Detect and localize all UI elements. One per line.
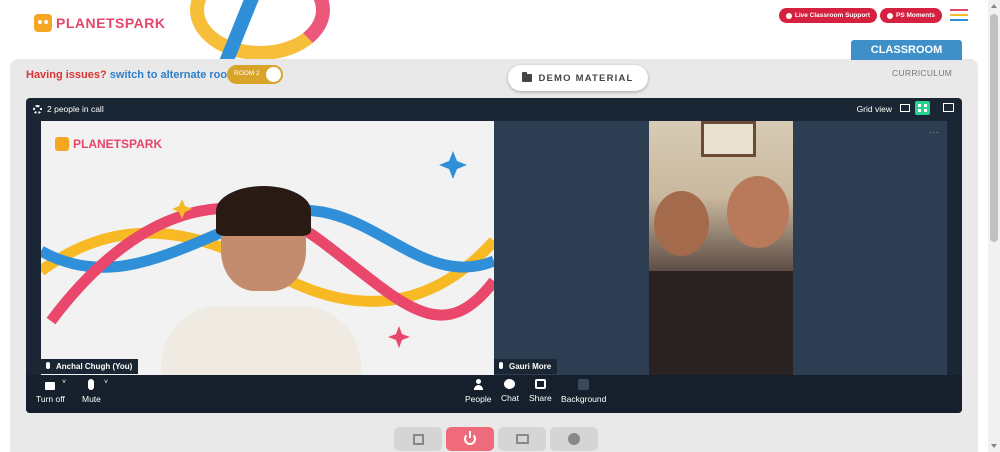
demo-material-label: DEMO MATERIAL	[538, 72, 634, 84]
share-icon	[534, 379, 546, 389]
whiteboard-button[interactable]	[550, 427, 598, 451]
chat-icon	[504, 379, 516, 389]
logo-text: PLANETSPARK	[56, 15, 166, 31]
clothing-remote	[649, 271, 793, 375]
power-icon	[464, 431, 476, 445]
scroll-thumb[interactable]	[990, 14, 998, 242]
video-call: 2 people in call Grid view PLANETSPARK A…	[26, 98, 962, 413]
people-icon	[473, 379, 484, 390]
top-buttons: Live Classroom Support PS Moments	[778, 8, 942, 23]
alternate-room-link[interactable]: switch to alternate room	[110, 69, 237, 81]
turn-off-label: Turn off	[36, 394, 65, 404]
screen-share-button[interactable]	[498, 427, 546, 451]
hair	[216, 186, 311, 236]
remote-camera-feed	[649, 121, 793, 375]
picture-frame	[701, 121, 756, 157]
tab-curriculum[interactable]: CURRICULUM	[892, 68, 952, 78]
participant-name: Gauri More	[509, 362, 552, 371]
popout-icon[interactable]	[943, 103, 954, 112]
chevron-down-icon[interactable]: ˅	[104, 379, 108, 386]
fullscreen-button[interactable]	[394, 427, 442, 451]
mic-icon	[88, 379, 95, 390]
mic-icon	[499, 362, 503, 369]
demo-material-button[interactable]: DEMO MATERIAL	[508, 65, 648, 91]
page-scrollbar[interactable]	[988, 0, 1000, 452]
chevron-down-icon[interactable]: ˅	[62, 379, 66, 386]
ps-moments-label: PS Moments	[895, 12, 935, 19]
end-session-button[interactable]	[446, 427, 494, 451]
mute-label: Mute	[82, 394, 101, 404]
clothing	[161, 306, 361, 375]
video-tile-self: PLANETSPARK Anchal Chugh (You)	[41, 121, 494, 375]
background-icon	[578, 379, 590, 390]
mic-icon	[46, 362, 50, 369]
name-tag-self: Anchal Chugh (You)	[41, 359, 139, 374]
robot-logo-icon	[34, 14, 52, 32]
scroll-up-icon[interactable]	[991, 4, 997, 8]
person-right	[727, 176, 789, 248]
person-left	[654, 191, 709, 256]
background-button[interactable]: Background	[561, 379, 606, 404]
people-button[interactable]: People	[465, 379, 491, 404]
turn-off-video-button[interactable]: Turn off	[36, 379, 65, 404]
name-tag-remote: Gauri More	[494, 359, 558, 374]
planetspark-logo[interactable]: PLANETSPARK	[34, 14, 165, 32]
scroll-down-icon[interactable]	[991, 444, 997, 448]
gear-icon[interactable]	[33, 104, 42, 114]
room-label: ROOM 2	[234, 70, 260, 77]
tab-classroom[interactable]: CLASSROOM	[851, 40, 962, 60]
call-controls: Turn off ˅ Mute ˅ People Chat Share Back…	[26, 375, 962, 413]
room-toggle[interactable]: ROOM 2	[227, 65, 283, 84]
chat-button[interactable]: Chat	[501, 379, 519, 403]
expand-icon	[412, 433, 424, 445]
share-button[interactable]: Share	[529, 379, 552, 403]
plus-icon	[886, 12, 893, 19]
people-label: People	[465, 394, 492, 404]
tile-logo-text: PLANETSPARK	[73, 137, 163, 151]
tile-logo: PLANETSPARK	[55, 137, 162, 151]
issues-prefix: Having issues?	[26, 69, 107, 81]
folder-icon	[522, 72, 533, 82]
background-label: Background	[561, 394, 607, 404]
menu-icon[interactable]	[950, 9, 968, 23]
grid-view-label: Grid view	[856, 104, 892, 114]
more-options-icon[interactable]: ···	[929, 127, 939, 138]
video-tile-remote: ··· Gauri More	[494, 121, 947, 375]
call-toolbar: 2 people in call Grid view	[26, 98, 962, 120]
mute-button[interactable]: Mute	[82, 379, 101, 404]
participant-name: Anchal Chugh (You)	[56, 362, 133, 371]
issues-notice: Having issues? switch to alternate room	[26, 69, 237, 81]
bottom-toolbar	[394, 427, 598, 451]
grid-view-icon[interactable]	[915, 101, 930, 115]
decorative-arc	[190, 0, 330, 60]
top-header: PLANETSPARK Live Classroom Support PS Mo…	[0, 0, 990, 70]
live-support-label: Live Classroom Support	[794, 12, 870, 19]
robot-logo-icon	[55, 137, 69, 151]
share-label: Share	[529, 393, 552, 403]
plus-icon	[785, 12, 792, 19]
live-support-button[interactable]: Live Classroom Support	[778, 8, 877, 23]
chat-label: Chat	[501, 393, 519, 403]
speaker-view-icon[interactable]	[900, 104, 910, 112]
screen-icon	[515, 434, 529, 444]
ps-moments-button[interactable]: PS Moments	[879, 8, 942, 23]
people-count-label: 2 people in call	[47, 104, 104, 114]
people-count: 2 people in call	[33, 104, 104, 114]
video-icon	[45, 382, 56, 390]
toggle-knob	[266, 67, 281, 82]
palette-icon	[568, 433, 580, 445]
